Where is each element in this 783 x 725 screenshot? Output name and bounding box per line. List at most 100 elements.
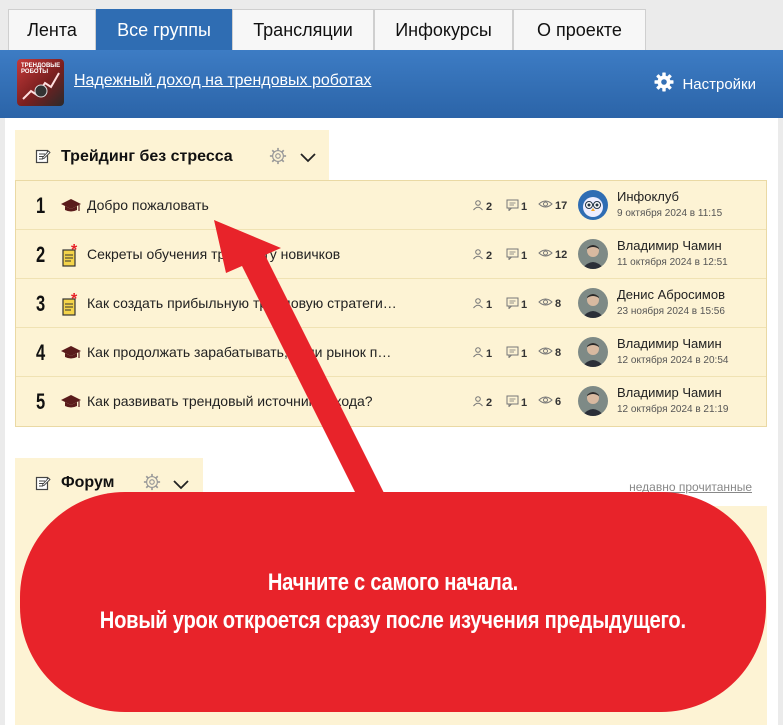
comments-value: 1 <box>521 347 528 360</box>
person-avatar[interactable] <box>578 239 608 269</box>
views-count: 8 <box>538 297 561 310</box>
lesson-table: 1 Добро пожаловать 2 1 17 Инфоклуб 9 октября 2… <box>15 180 767 427</box>
comment-icon <box>506 199 519 214</box>
post-date: 23 ноября 2024 в 15:56 <box>617 306 725 317</box>
chevron-down-icon[interactable] <box>300 150 316 168</box>
participants-count: 2 <box>472 199 492 214</box>
main-content: Трейдинг без стресса 1 Добро пожаловать 2 1… <box>5 118 778 725</box>
group-logo[interactable]: ТРЕНДОВЫЕ РОБОТЫ <box>17 59 64 106</box>
eye-icon <box>538 199 553 212</box>
eye-icon <box>538 346 553 359</box>
forum-header: Форум <box>15 458 203 508</box>
lesson-title-link[interactable]: Добро пожаловать <box>87 197 209 213</box>
svg-text:*: * <box>71 244 78 259</box>
lesson-row[interactable]: 1 Добро пожаловать 2 1 17 Инфоклуб 9 октября 2… <box>16 181 766 230</box>
lesson-number: 1 <box>36 193 46 218</box>
user-icon <box>472 346 484 361</box>
views-value: 8 <box>555 297 562 310</box>
lesson-number: 2 <box>36 242 46 267</box>
section-gear-icon[interactable] <box>269 147 287 170</box>
group-header: ТРЕНДОВЫЕ РОБОТЫ Надежный доход на трендо… <box>0 50 783 118</box>
author-name-link[interactable]: Владимир Чамин <box>617 238 722 253</box>
comment-icon <box>506 346 519 361</box>
top-nav-tabs: Лента Все группы Трансляции Инфокурсы О … <box>0 0 783 50</box>
author-name-link[interactable]: Владимир Чамин <box>617 385 722 400</box>
participants-value: 1 <box>486 347 493 360</box>
comments-count: 1 <box>506 199 527 214</box>
lesson-row[interactable]: 2 * Секреты обучения трейдингу новичков 2 1 1… <box>16 230 766 279</box>
views-count: 12 <box>538 248 567 261</box>
svg-text:*: * <box>71 293 78 308</box>
user-icon <box>472 395 484 410</box>
views-value: 12 <box>555 248 568 261</box>
views-value: 17 <box>555 199 568 212</box>
graduation-cap-icon <box>60 342 82 364</box>
post-date: 12 октября 2024 в 20:54 <box>617 355 729 366</box>
lesson-title-link[interactable]: Секреты обучения трейдингу новичков <box>87 246 340 262</box>
section-title: Трейдинг без стресса <box>61 148 233 165</box>
person-avatar[interactable] <box>578 386 608 416</box>
participants-count: 1 <box>472 297 492 312</box>
settings-label: Настройки <box>682 75 756 93</box>
author-name-link[interactable]: Инфоклуб <box>617 189 679 204</box>
tab-infocourses[interactable]: Инфокурсы <box>374 9 513 50</box>
tab-broadcasts[interactable]: Трансляции <box>232 9 374 50</box>
user-icon <box>472 199 484 214</box>
section-header: Трейдинг без стресса <box>15 130 329 182</box>
eye-icon <box>538 248 553 261</box>
comments-value: 1 <box>521 200 528 213</box>
forum-list <box>15 506 767 725</box>
person-avatar[interactable] <box>578 337 608 367</box>
gear-icon <box>654 72 674 96</box>
owl-avatar[interactable] <box>578 190 608 220</box>
notepad-icon <box>35 148 51 169</box>
comments-value: 1 <box>521 249 528 262</box>
comments-value: 1 <box>521 298 528 311</box>
graduation-cap-icon <box>60 195 82 217</box>
lesson-title-link[interactable]: Как развивать трендовый источник дохода? <box>87 393 373 409</box>
lesson-row[interactable]: 4 Как продолжать зарабатывать, если рынок… <box>16 328 766 377</box>
lesson-title-link[interactable]: Как создать прибыльную трендовую стратег… <box>87 295 397 311</box>
tab-all-groups[interactable]: Все группы <box>96 9 232 50</box>
chevron-down-icon[interactable] <box>173 477 189 495</box>
tab-about[interactable]: О проекте <box>513 9 646 50</box>
user-icon <box>472 297 484 312</box>
lesson-row[interactable]: 3 * Как создать прибыльную трендовую страт… <box>16 279 766 328</box>
participants-count: 2 <box>472 395 492 410</box>
eye-icon <box>538 395 553 408</box>
views-count: 17 <box>538 199 567 212</box>
notepad-icon: * <box>60 242 82 267</box>
views-count: 8 <box>538 346 561 359</box>
post-date: 9 октября 2024 в 11:15 <box>617 208 723 219</box>
comment-icon <box>506 297 519 312</box>
settings-button[interactable]: Настройки <box>654 72 756 96</box>
user-icon <box>472 248 484 263</box>
participants-value: 2 <box>486 200 493 213</box>
participants-value: 2 <box>486 249 493 262</box>
group-name-link[interactable]: Надежный доход на трендовых роботах <box>74 72 372 90</box>
comment-icon <box>506 248 519 263</box>
comment-icon <box>506 395 519 410</box>
forum-gear-icon[interactable] <box>143 473 161 496</box>
participants-value: 2 <box>486 396 493 409</box>
lesson-number: 5 <box>36 389 46 414</box>
comments-count: 1 <box>506 395 527 410</box>
author-name-link[interactable]: Владимир Чамин <box>617 336 722 351</box>
lesson-title-link[interactable]: Как продолжать зарабатывать, если рынок … <box>87 344 391 360</box>
person-avatar[interactable] <box>578 288 608 318</box>
post-date: 12 октября 2024 в 21:19 <box>617 404 729 415</box>
lesson-number: 3 <box>36 291 46 316</box>
forum-title: Форум <box>61 474 115 491</box>
notepad-icon <box>35 475 51 496</box>
participants-value: 1 <box>486 298 493 311</box>
author-name-link[interactable]: Денис Абросимов <box>617 287 725 302</box>
participants-count: 2 <box>472 248 492 263</box>
eye-icon <box>538 297 553 310</box>
views-count: 6 <box>538 395 561 408</box>
comments-count: 1 <box>506 297 527 312</box>
recently-read-link[interactable]: недавно прочитанные <box>629 480 752 494</box>
views-value: 8 <box>555 346 562 359</box>
comments-count: 1 <box>506 346 527 361</box>
lesson-row[interactable]: 5 Как развивать трендовый источник дохода… <box>16 377 766 426</box>
tab-feed[interactable]: Лента <box>8 9 96 50</box>
